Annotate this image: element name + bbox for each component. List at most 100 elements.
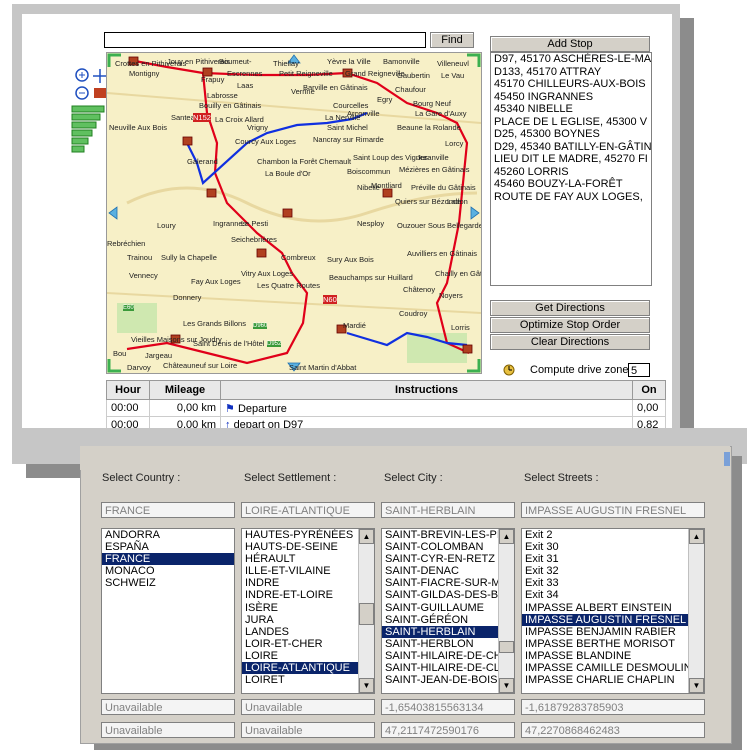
list-item[interactable]: MONACO [102, 565, 234, 577]
scroll-up-icon[interactable]: ▲ [689, 529, 704, 544]
scroll-up-icon[interactable]: ▲ [359, 529, 374, 544]
list-item[interactable]: SAINT-HILAIRE-DE-CLI [382, 662, 514, 674]
col-on[interactable]: On [632, 380, 666, 400]
list-item[interactable]: Exit 31 [522, 553, 704, 565]
list-item[interactable]: IMPASSE BLANDINE [522, 650, 704, 662]
scrollbar[interactable]: ▲ ▼ [358, 529, 374, 693]
selected-settlement-field[interactable]: LOIRE-ATLANTIQUE [241, 502, 375, 518]
list-item[interactable]: ANDORRA [102, 529, 234, 541]
country-list[interactable]: ANDORRA ESPAÑA FRANCE MONACO SCHWEIZ [101, 528, 235, 694]
search-input[interactable] [104, 32, 426, 48]
zoom-slider[interactable] [70, 104, 106, 158]
list-item[interactable]: LOIRE [242, 650, 374, 662]
scrollbar[interactable]: ▲ ▼ [498, 529, 514, 693]
list-item[interactable]: D133, 45170 ATTRAY [491, 66, 651, 79]
list-item[interactable]: LOIR-ET-CHER [242, 638, 374, 650]
list-item[interactable]: SAINT-HILAIRE-DE-CH [382, 650, 514, 662]
list-item[interactable]: SAINT-DENAC [382, 565, 514, 577]
list-item[interactable]: SAINT-CYR-EN-RETZ [382, 553, 514, 565]
col-mileage[interactable]: Mileage [149, 380, 221, 400]
get-directions-button[interactable]: Get Directions [490, 300, 650, 316]
list-item[interactable]: IMPASSE AUGUSTIN FRESNEL [522, 613, 704, 626]
country-coord-1[interactable]: Unavailable [101, 699, 235, 715]
list-item[interactable]: LOIRE-ATLANTIQUE [242, 662, 374, 675]
optimize-stop-order-button[interactable]: Optimize Stop Order [490, 317, 650, 333]
list-item[interactable]: FRANCE [102, 553, 234, 566]
list-item[interactable]: IMPASSE ALBERT EINSTEIN [522, 602, 704, 614]
list-item[interactable]: Exit 2 [522, 529, 704, 541]
list-item[interactable]: 45460 BOUZY-LA-FORÊT [491, 178, 651, 191]
country-coord-2[interactable]: Unavailable [101, 722, 235, 738]
list-item[interactable]: INDRE-ET-LOIRE [242, 589, 374, 601]
list-item[interactable]: SAINT-GUILLAUME [382, 602, 514, 614]
street-latitude[interactable]: 47,2270868462483 [521, 722, 705, 738]
list-item[interactable]: SAINT-GILDAS-DES-BO [382, 589, 514, 601]
list-item[interactable]: Exit 30 [522, 541, 704, 553]
scroll-down-icon[interactable]: ▼ [499, 678, 514, 693]
street-list[interactable]: Exit 2 Exit 30 Exit 31 Exit 32 Exit 33 Exit 3… [521, 528, 705, 694]
list-item[interactable]: Exit 34 [522, 589, 704, 601]
zoom-out-icon[interactable] [74, 84, 88, 98]
list-item[interactable]: 45170 CHILLEURS-AUX-BOIS [491, 78, 651, 91]
list-item[interactable]: ROUTE DE FAY AUX LOGES, [491, 191, 651, 204]
selected-street-field[interactable]: IMPASSE AUGUSTIN FRESNEL [521, 502, 705, 518]
clear-directions-button[interactable]: Clear Directions [490, 334, 650, 350]
list-item[interactable]: SAINT-BREVIN-LES-PIN [382, 529, 514, 541]
scroll-down-icon[interactable]: ▼ [359, 678, 374, 693]
list-item[interactable]: LIEU DIT LE MADRE, 45270 FI [491, 153, 651, 166]
stop-list[interactable]: D97, 45170 ASCHÈRES-LE-MA D133, 45170 AT… [490, 52, 652, 286]
list-item[interactable]: SAINT-FIACRE-SUR-MA [382, 577, 514, 589]
map[interactable]: Crottes en Pithiverais Jouy en Pithiverai… [106, 52, 482, 374]
scrollbar[interactable]: ▲ ▼ [688, 529, 704, 693]
scroll-thumb[interactable] [499, 641, 514, 653]
add-stop-button[interactable]: Add Stop [490, 36, 650, 52]
list-item[interactable]: ILLE-ET-VILAINE [242, 565, 374, 577]
truck-icon[interactable] [92, 86, 106, 100]
list-item[interactable]: 45450 INGRANNES [491, 91, 651, 104]
list-item[interactable]: 45340 NIBELLE [491, 103, 651, 116]
list-item[interactable]: IMPASSE BERTHE MORISOT [522, 638, 704, 650]
col-hour[interactable]: Hour [106, 380, 150, 400]
list-item[interactable]: INDRE [242, 577, 374, 589]
list-item[interactable]: SAINT-HERBLON [382, 638, 514, 650]
city-longitude[interactable]: -1,65403815563134 [381, 699, 515, 715]
settlement-coord-2[interactable]: Unavailable [241, 722, 375, 738]
list-item[interactable]: D29, 45340 BATILLY-EN-GÂTIN [491, 141, 651, 154]
city-latitude[interactable]: 47,2117472590176 [381, 722, 515, 738]
scroll-thumb[interactable] [359, 603, 374, 625]
settlement-coord-1[interactable]: Unavailable [241, 699, 375, 715]
list-item[interactable]: ISÈRE [242, 602, 374, 614]
list-item[interactable]: LOIRET [242, 674, 374, 686]
list-item[interactable]: IMPASSE BENJAMIN RABIER [522, 626, 704, 638]
list-item[interactable]: JURA [242, 614, 374, 626]
city-list[interactable]: SAINT-BREVIN-LES-PIN SAINT-COLOMBAN SAINT-… [381, 528, 515, 694]
selected-city-field[interactable]: SAINT-HERBLAIN [381, 502, 515, 518]
col-instructions[interactable]: Instructions [220, 380, 633, 400]
find-button[interactable]: Find [430, 32, 474, 48]
list-item[interactable]: SCHWEIZ [102, 577, 234, 589]
list-item[interactable]: HÉRAULT [242, 553, 374, 565]
list-item[interactable]: SAINT-JEAN-DE-BOISE [382, 674, 514, 686]
settlement-list[interactable]: HAUTES-PYRÉNÉES HAUTS-DE-SEINE HÉRAULT ILLE… [241, 528, 375, 694]
list-item[interactable]: SAINT-COLOMBAN [382, 541, 514, 553]
list-item[interactable]: SAINT-GÉRÉON [382, 614, 514, 626]
table-row[interactable]: 00:00 0,00 km ⚑ Departure 0,00 [106, 399, 666, 417]
list-item[interactable]: ESPAÑA [102, 541, 234, 553]
list-item[interactable]: 45260 LORRIS [491, 166, 651, 179]
list-item[interactable]: LANDES [242, 626, 374, 638]
list-item[interactable]: Exit 33 [522, 577, 704, 589]
list-item[interactable]: D25, 45300 BOYNES [491, 128, 651, 141]
selected-country-field[interactable]: FRANCE [101, 502, 235, 518]
list-item[interactable]: SAINT-HERBLAIN [382, 625, 514, 638]
scroll-down-icon[interactable]: ▼ [689, 678, 704, 693]
list-item[interactable]: IMPASSE CHARLIE CHAPLIN [522, 674, 704, 686]
list-item[interactable]: HAUTS-DE-SEINE [242, 541, 374, 553]
zoom-in-icon[interactable] [74, 66, 88, 80]
list-item[interactable]: IMPASSE CAMILLE DESMOULIN [522, 662, 704, 674]
list-item[interactable]: Exit 32 [522, 565, 704, 577]
list-item[interactable]: D97, 45170 ASCHÈRES-LE-MA [491, 53, 651, 66]
list-item[interactable]: HAUTES-PYRÉNÉES [242, 529, 374, 541]
pan-icon[interactable] [92, 66, 106, 80]
drive-zone-input[interactable]: 5 [628, 363, 650, 377]
street-longitude[interactable]: -1,61879283785903 [521, 699, 705, 715]
